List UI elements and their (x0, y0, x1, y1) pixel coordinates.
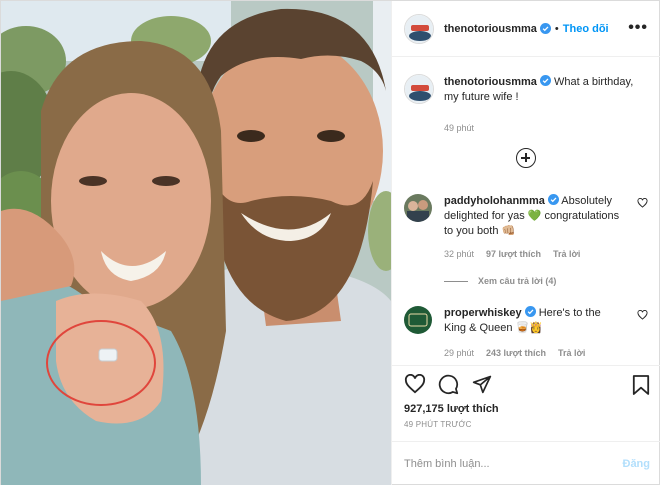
post-comment-button[interactable]: Đăng (623, 458, 651, 470)
caption-username[interactable]: thenotoriousmma (444, 76, 537, 88)
action-bar: 927,175 lượt thích (392, 365, 660, 419)
caption-body: thenotoriousmma What a birthday, my futu… (444, 75, 649, 136)
comment-meta: 32 phút 97 lượt thích Trả lời (444, 249, 592, 259)
caption-avatar-image (405, 75, 433, 103)
comments-list[interactable]: thenotoriousmma What a birthday, my futu… (392, 58, 660, 364)
heart-icon[interactable] (404, 374, 426, 394)
post-photo[interactable] (1, 1, 391, 485)
comment-icon[interactable] (438, 374, 459, 395)
verified-badge-icon (539, 75, 551, 86)
comment-body: properwhiskey Here's to the King & Queen… (444, 306, 624, 336)
like-count[interactable]: 927,175 lượt thích (404, 403, 499, 415)
reply-button[interactable]: Trả lời (553, 249, 580, 259)
add-comment-circle-icon[interactable] (516, 148, 536, 168)
reply-button[interactable]: Trả lời (558, 348, 585, 358)
share-icon[interactable] (472, 374, 492, 394)
follow-button[interactable]: Theo dõi (563, 23, 609, 35)
comment-input[interactable] (404, 458, 623, 470)
post-timestamp[interactable]: 49 PHÚT TRƯỚC (404, 420, 472, 429)
avatar-image (405, 14, 433, 43)
caption-avatar[interactable] (404, 74, 434, 104)
comment-avatar[interactable] (404, 194, 432, 222)
comment-avatar-image (404, 194, 432, 222)
comment-time: 29 phút (444, 348, 475, 358)
post-header: thenotoriousmma • Theo dõi ••• (392, 1, 660, 57)
comment-username[interactable]: properwhiskey (444, 307, 522, 319)
caption-time: 49 phút (444, 123, 475, 133)
avatar[interactable] (404, 13, 434, 44)
comment-body: paddyholohanmma Absolutely delighted for… (444, 194, 624, 239)
comment-heart-icon[interactable] (637, 198, 648, 208)
instagram-post: thenotoriousmma • Theo dõi ••• thenotori… (0, 0, 660, 485)
comment-meta: 29 phút 243 lượt thích Trả lời (444, 348, 597, 358)
verified-badge-icon (547, 194, 559, 205)
post-sidebar: thenotoriousmma • Theo dõi ••• thenotori… (391, 1, 660, 485)
comment-avatar-image (404, 306, 432, 334)
couple-photo (1, 1, 391, 485)
comment-time: 32 phút (444, 249, 475, 259)
verified-badge-icon (524, 306, 536, 317)
comment-avatar[interactable] (404, 306, 432, 334)
verified-badge-icon (539, 23, 551, 34)
separator-dot: • (554, 22, 559, 35)
comment-username[interactable]: paddyholohanmma (444, 195, 545, 207)
header-username[interactable]: thenotoriousmma (444, 23, 537, 35)
comment-likes[interactable]: 97 lượt thích (486, 249, 541, 259)
comment-heart-icon[interactable] (637, 310, 648, 320)
more-options-icon[interactable]: ••• (628, 19, 648, 37)
view-replies-button[interactable]: Xem câu trả lời (4) (444, 276, 556, 286)
bookmark-icon[interactable] (632, 374, 650, 396)
add-comment-bar: Đăng (392, 441, 660, 485)
comment-likes[interactable]: 243 lượt thích (486, 348, 546, 358)
